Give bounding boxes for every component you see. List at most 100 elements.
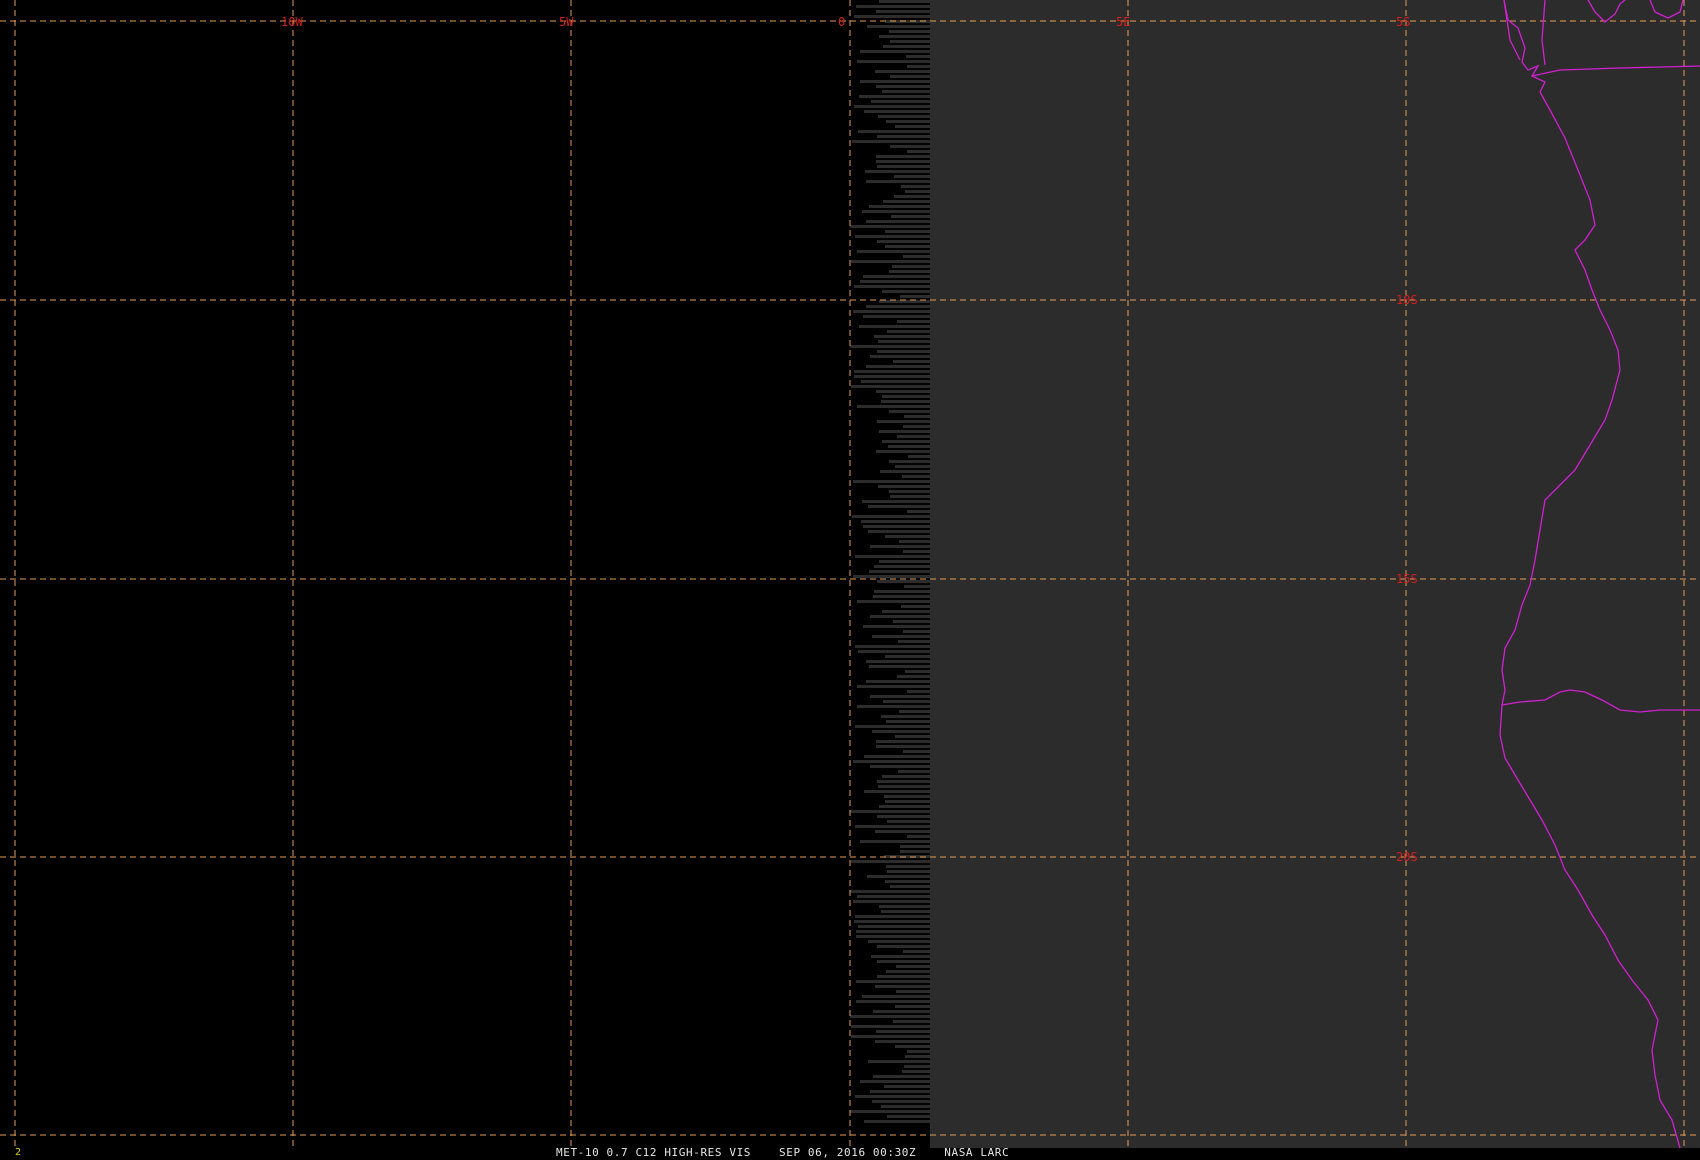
scanline-strip — [879, 905, 959, 908]
longitude-label: 5E — [1116, 15, 1130, 29]
scanline-strip — [854, 105, 980, 108]
scanline-strip — [905, 1055, 942, 1058]
scanline-strip — [903, 950, 966, 953]
scanline-strip — [860, 1080, 973, 1083]
scanline-strip — [890, 885, 968, 888]
scanline-strip — [877, 815, 930, 818]
scanline-strip — [883, 45, 956, 48]
scanline-strip — [851, 1035, 973, 1038]
scanline-strip — [858, 130, 942, 133]
scanline-strip — [876, 745, 934, 748]
scanline-strip — [851, 860, 947, 863]
scanline-strip — [890, 495, 939, 498]
scanline-strip — [862, 210, 951, 213]
scanline-strip — [866, 680, 962, 683]
scanline-strip — [877, 780, 938, 783]
scanline-strip — [900, 850, 971, 853]
scanline-strip — [860, 80, 984, 83]
scanline-strip — [883, 200, 931, 203]
scanline-strip — [894, 195, 965, 198]
scanline-strip — [882, 440, 984, 443]
scanline-strip — [854, 375, 933, 378]
scanline-strip — [857, 250, 973, 253]
scanline-strip — [875, 985, 942, 988]
scanline-strip — [886, 970, 953, 973]
scanline-strip — [889, 270, 977, 273]
longitude-label: 10W — [281, 15, 303, 29]
scanline-strip — [877, 580, 960, 583]
scanline-strip — [877, 135, 934, 138]
longitude-label: 5W — [559, 15, 574, 29]
scanline-strip — [876, 155, 957, 158]
scanline-strip — [903, 425, 952, 428]
scanline-strip — [899, 540, 939, 543]
scanline-strip — [882, 610, 945, 613]
scanline-strip — [856, 935, 952, 938]
scanline-strip — [857, 60, 954, 63]
scanline-strip — [875, 830, 966, 833]
scanline-strip — [850, 810, 956, 813]
scanline-strip — [897, 435, 980, 438]
scanline-strip — [893, 620, 957, 623]
scanline-strip — [878, 485, 984, 488]
footer-caption-bar: 2 MET-10 0.7 C12 HIGH-RES VIS SEP 06, 201… — [0, 1147, 1700, 1160]
scanline-strip — [907, 510, 958, 513]
scanline-strip — [907, 65, 940, 68]
scanline-strip — [875, 1040, 968, 1043]
scanline-strip — [876, 390, 950, 393]
scanline-strip — [887, 870, 950, 873]
caption: MET-10 0.7 C12 HIGH-RES VIS SEP 06, 2016 … — [556, 1147, 1037, 1159]
latitude-label: 10S — [1396, 293, 1418, 307]
scanline-strip — [881, 1105, 943, 1108]
datetime-label: SEP 06, 2016 00:30Z — [779, 1146, 917, 1159]
scanline-strip — [851, 385, 963, 388]
scanline-strip — [862, 500, 959, 503]
scanline-strip — [869, 665, 938, 668]
scanline-strip — [866, 660, 949, 663]
scanline-strip — [885, 245, 955, 248]
scanline-strip — [870, 695, 948, 698]
frame-number: 2 — [15, 1147, 22, 1158]
scanline-strip — [863, 275, 975, 278]
scanline-strip — [856, 5, 943, 8]
scanline-strip — [858, 650, 969, 653]
scanline-strip — [889, 460, 951, 463]
scanline-strip — [887, 330, 934, 333]
scanline-strip — [885, 230, 954, 233]
scanline-strip — [864, 110, 978, 113]
scanline-strip — [880, 470, 954, 473]
source-label: NASA LARC — [944, 1146, 1010, 1159]
scanline-strip — [866, 365, 949, 368]
scanline-strip — [855, 725, 937, 728]
scanline-strip — [868, 530, 979, 533]
scanline-strip — [854, 920, 937, 923]
scanline-strip — [881, 400, 953, 403]
scanline-strip — [879, 560, 943, 563]
scanline-strip — [886, 865, 933, 868]
scanline-strip — [908, 455, 960, 458]
scanline-strip — [863, 625, 964, 628]
scanline-strip — [896, 965, 944, 968]
scanline-strip — [850, 890, 943, 893]
scanline-strip — [864, 790, 958, 793]
lit-data-area — [930, 0, 1700, 1148]
scanline-strip — [895, 1045, 934, 1048]
scanline-strip — [875, 70, 960, 73]
scanline-strip — [873, 1075, 973, 1078]
scanline-strip — [876, 85, 942, 88]
scanline-strip — [851, 1025, 957, 1028]
latitude-label: 20S — [1396, 850, 1418, 864]
scanline-strip — [901, 605, 931, 608]
scanline-strip — [881, 715, 958, 718]
scanline-strip — [883, 700, 961, 703]
scanline-strip — [857, 600, 970, 603]
scanline-strip — [860, 50, 932, 53]
scanline-strip — [866, 180, 972, 183]
scanline-strip — [885, 655, 983, 658]
scanline-strip — [877, 420, 983, 423]
scanline-strip — [893, 1020, 947, 1023]
scanline-strip — [903, 630, 982, 633]
scanline-strip — [872, 635, 982, 638]
scanline-strip — [857, 895, 947, 898]
scanline-strip — [870, 1090, 964, 1093]
